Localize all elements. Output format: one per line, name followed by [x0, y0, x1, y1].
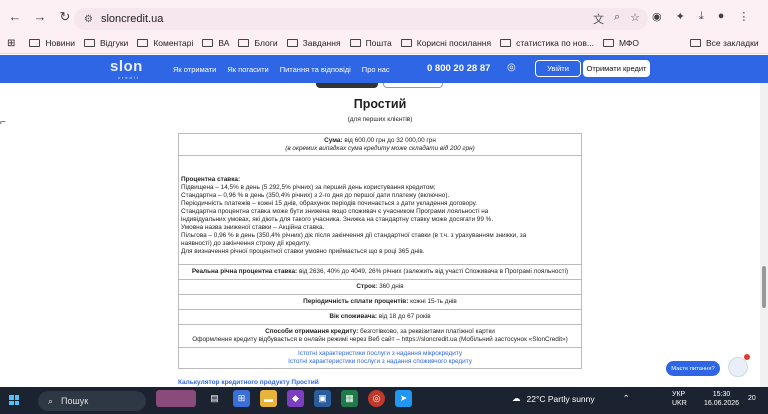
- windows-start-icon[interactable]: [9, 395, 19, 405]
- folder-icon: [238, 39, 250, 47]
- taskbar-search[interactable]: ⌕ Пошук: [38, 391, 146, 411]
- chat-avatar[interactable]: [728, 357, 748, 377]
- scrollbar-thumb[interactable]: [762, 266, 766, 308]
- profile-icon[interactable]: ●: [718, 10, 725, 23]
- calculator-link[interactable]: Калькулятор кредитного продукту Простий: [178, 379, 319, 386]
- phone-number[interactable]: 0 800 20 28 87: [427, 63, 490, 74]
- bookmark-folder[interactable]: Пошта: [349, 38, 392, 48]
- notification-count[interactable]: 20: [748, 395, 756, 402]
- chat-button[interactable]: Маєте питання?: [666, 361, 720, 376]
- page-subtitle: (для перших клієнтів): [347, 116, 413, 123]
- translate-icon[interactable]: 文: [593, 11, 604, 27]
- links-row: Істотні характеристики послуги з надання…: [179, 348, 581, 368]
- main-nav: Як отримати Як погасити Питання та відпо…: [173, 65, 390, 74]
- product-tab[interactable]: [383, 83, 443, 88]
- bookmark-folder[interactable]: Відгуки: [83, 38, 128, 48]
- clock[interactable]: 15:30 16.06.2026: [704, 390, 739, 408]
- nav-how-to-get[interactable]: Як отримати: [173, 65, 216, 74]
- folder-icon: [500, 39, 512, 47]
- term-row: Строк: 360 днів: [179, 280, 581, 295]
- consumer-credit-link[interactable]: Істотні характеристики послуги з надання…: [181, 358, 579, 366]
- task-view-icon[interactable]: ▤: [206, 390, 223, 407]
- search-icon: ⌕: [48, 395, 54, 406]
- app-icon[interactable]: ▦: [341, 390, 358, 407]
- url-text: sloncredit.ua: [100, 13, 164, 25]
- all-bookmarks[interactable]: Все закладки: [690, 38, 759, 48]
- folder-icon: [137, 39, 149, 47]
- extensions-icon[interactable]: ✦: [676, 10, 685, 23]
- star-icon[interactable]: ☆: [630, 11, 640, 27]
- site-logo[interactable]: slon credit: [110, 58, 143, 80]
- bookmark-folder[interactable]: Новини: [29, 38, 75, 48]
- chrome-icon[interactable]: ◎: [368, 390, 385, 407]
- copilot-icon[interactable]: ◆: [287, 390, 304, 407]
- microcredit-link[interactable]: Істотні характеристики послуги з надання…: [181, 350, 579, 358]
- bookmark-folder[interactable]: Завдання: [286, 38, 341, 48]
- bookmark-folder[interactable]: статистика по нов...: [500, 38, 594, 48]
- reload-icon[interactable]: ↻: [55, 7, 75, 27]
- folder-icon: [602, 39, 614, 47]
- folder-icon: [690, 39, 701, 47]
- nav-faq[interactable]: Питання та відповіді: [280, 65, 351, 74]
- real-rate-row: Реальна річна процентна ставка: від 2636…: [179, 265, 581, 280]
- folder-icon: [83, 39, 95, 47]
- address-bar[interactable]: ⚙ sloncredit.ua 文 ⌕ ☆: [74, 8, 648, 30]
- files-icon[interactable]: ▬: [260, 390, 277, 407]
- product-tab-active[interactable]: [316, 83, 378, 88]
- telegram-icon[interactable]: ➤: [395, 390, 412, 407]
- folder-icon: [29, 39, 41, 47]
- folder-icon: [202, 39, 214, 47]
- login-button[interactable]: Увійти: [535, 60, 581, 77]
- search-icon[interactable]: ⌕: [614, 11, 620, 27]
- camera-icon[interactable]: ◉: [652, 10, 662, 23]
- page-title: Простий: [353, 97, 407, 111]
- language-indicator[interactable]: УКР UKR: [672, 390, 687, 408]
- browser-toolbar: ← → ↻ ⚙ sloncredit.ua 文 ⌕ ☆ ◉ ✦ ⤓ ● ⋮: [0, 0, 768, 33]
- bookmarks-bar: ⊞ Новини Відгуки Коментарі ВА Блоги Завд…: [0, 33, 768, 54]
- apps-grid-icon[interactable]: ⊞: [7, 38, 15, 49]
- bookmark-folder[interactable]: МФО: [602, 38, 639, 48]
- bookmark-folder[interactable]: Блоги: [238, 38, 278, 48]
- folder-icon: [349, 39, 361, 47]
- age-row: Вік споживача: від 18 до 67 років: [179, 310, 581, 325]
- taskbar: ⌕ Пошук ▤ ⊞ ▬ ◆ ▣ ▦ ◎ ➤ ☁ 22°C Partly sun…: [0, 387, 768, 414]
- weather-icon: ☁: [512, 393, 521, 403]
- terms-table: Сума: від 600,00 грн до 32 000,00 грн (в…: [178, 133, 582, 369]
- menu-icon[interactable]: ⋮: [738, 10, 749, 23]
- bookmark-folder[interactable]: ВА: [202, 38, 229, 48]
- eye-icon[interactable]: ◎: [507, 62, 516, 73]
- scrollbar[interactable]: [760, 83, 768, 387]
- back-icon[interactable]: ←: [5, 7, 25, 27]
- widget-icon[interactable]: [156, 390, 196, 407]
- bookmark-folder[interactable]: Корисні посилання: [400, 38, 491, 48]
- folder-icon: [400, 39, 412, 47]
- store-icon[interactable]: ▣: [314, 390, 331, 407]
- chat-notification-badge: [744, 354, 750, 360]
- forward-icon[interactable]: →: [30, 7, 50, 27]
- period-row: Періодичність сплати процентів: кожні 15…: [179, 295, 581, 310]
- bookmark-folder[interactable]: Коментарі: [137, 38, 193, 48]
- nav-about[interactable]: Про нас: [362, 65, 390, 74]
- rate-row: Процентна ставка: Підвищена – 14,5% в де…: [179, 156, 581, 265]
- download-icon[interactable]: ⤓: [699, 10, 704, 23]
- windows-icon[interactable]: ⊞: [233, 390, 250, 407]
- amount-row: Сума: від 600,00 грн до 32 000,00 грн (в…: [179, 134, 581, 156]
- get-credit-button[interactable]: Отримати кредит: [583, 60, 650, 77]
- folder-icon: [286, 39, 298, 47]
- weather-widget[interactable]: ☁ 22°C Partly sunny ⌃: [512, 393, 630, 404]
- site-header: slon credit Як отримати Як погасити Питан…: [0, 55, 768, 83]
- tray-chevron-icon[interactable]: ⌃: [623, 393, 630, 404]
- site-info-icon[interactable]: ⚙: [84, 14, 93, 25]
- nav-how-to-repay[interactable]: Як погасити: [227, 65, 268, 74]
- methods-row: Способи отримання кредиту: безготівково,…: [179, 325, 581, 348]
